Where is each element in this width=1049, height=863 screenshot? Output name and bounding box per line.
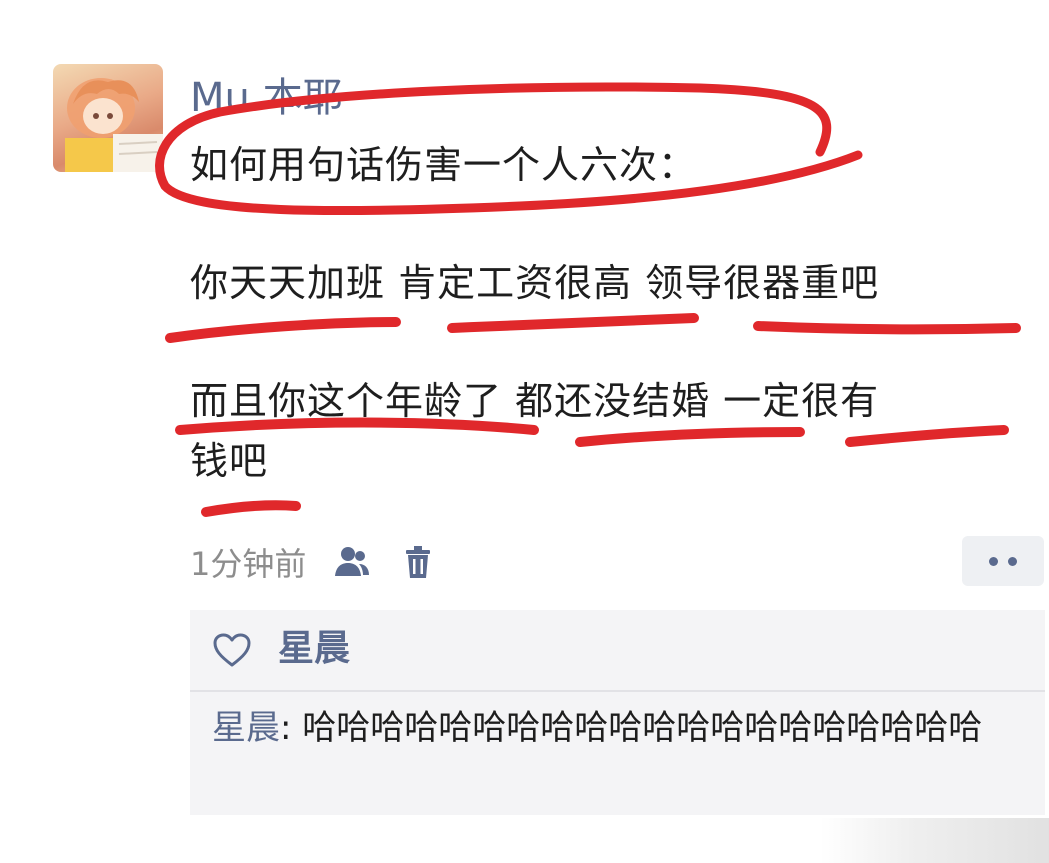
comment-text: 哈哈哈哈哈哈哈哈哈哈哈哈哈哈哈哈哈哈哈哈	[302, 708, 983, 748]
red-underline-3	[753, 321, 1021, 335]
post-time: 1分钟前	[190, 545, 307, 583]
divider	[190, 690, 1045, 692]
avatar[interactable]	[53, 64, 163, 172]
red-underline-2	[447, 313, 699, 333]
likes-row: 星晨	[190, 610, 1045, 690]
comment-item[interactable]: 星晨: 哈哈哈哈哈哈哈哈哈哈哈哈哈哈哈哈哈哈哈哈	[212, 702, 1032, 754]
trash-icon[interactable]	[398, 542, 438, 582]
moments-post: Mu 本耶 如何用句话伤害一个人六次： 你天天加班 肯定工资很高 领导很器重吧 …	[0, 0, 1049, 863]
post-text-line-3: 而且你这个年龄了 都还没结婚 一定很有	[190, 379, 880, 423]
post-author[interactable]: Mu 本耶	[190, 74, 343, 122]
comment-author[interactable]: 星晨	[212, 708, 280, 748]
heart-icon	[212, 632, 252, 668]
post-meta-row: 1分钟前	[190, 537, 438, 587]
red-underline-1	[165, 317, 401, 343]
red-underline-7	[201, 500, 301, 517]
post-text-line-2: 你天天加班 肯定工资很高 领导很器重吧	[190, 261, 880, 305]
post-text-line-1: 如何用句话伤害一个人六次：	[190, 143, 698, 187]
comment-separator: :	[280, 708, 303, 748]
more-dot	[1008, 556, 1017, 566]
avatar-illustration	[65, 78, 163, 172]
more-dots-icon[interactable]	[962, 536, 1044, 586]
post-text-line-4: 钱吧	[190, 439, 269, 483]
people-icon[interactable]	[332, 542, 372, 582]
red-underline-6	[845, 425, 1009, 447]
more-dot	[989, 556, 998, 566]
red-underline-5	[575, 427, 805, 447]
comments-panel: 星晨 星晨: 哈哈哈哈哈哈哈哈哈哈哈哈哈哈哈哈哈哈哈哈	[190, 610, 1045, 815]
liker-name[interactable]: 星晨	[278, 626, 350, 672]
blurred-watermark-area	[820, 818, 1049, 863]
